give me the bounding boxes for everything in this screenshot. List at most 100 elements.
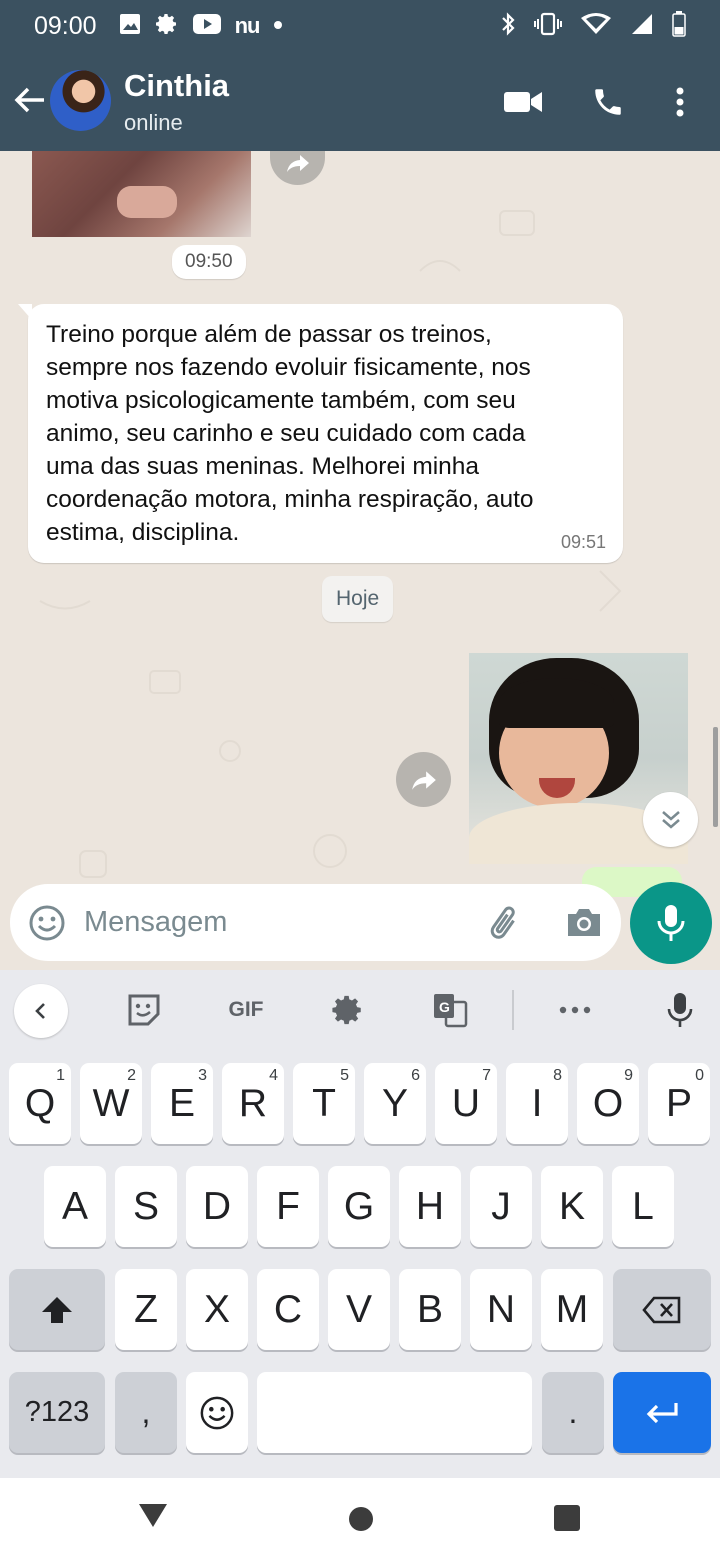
vibrate-icon xyxy=(534,12,562,41)
key-j[interactable]: J xyxy=(470,1166,532,1247)
sticker-icon xyxy=(128,994,160,1026)
scroll-to-bottom-button[interactable] xyxy=(643,792,698,847)
translate-button[interactable]: G xyxy=(430,986,470,1034)
key-k[interactable]: K xyxy=(541,1166,603,1247)
key-label: Y xyxy=(381,1081,408,1125)
toolbar-divider xyxy=(512,990,514,1030)
date-separator: Hoje xyxy=(322,576,394,622)
voice-message-button[interactable] xyxy=(630,882,712,964)
back-button[interactable] xyxy=(12,82,48,118)
nubank-icon: nu xyxy=(234,13,261,38)
key-h[interactable]: H xyxy=(399,1166,461,1247)
key-v[interactable]: V xyxy=(328,1269,390,1350)
message-bubble[interactable]: Treino porque além de passar os treinos,… xyxy=(18,304,623,563)
key-hint: 0 xyxy=(695,1067,704,1084)
nav-back-button[interactable] xyxy=(138,1502,168,1533)
key-m[interactable]: M xyxy=(541,1269,603,1350)
chat-area[interactable]: 09:50 Treino porque além de passar os tr… xyxy=(0,151,720,970)
voice-call-button[interactable] xyxy=(588,84,628,120)
paperclip-icon xyxy=(490,906,515,939)
gif-button[interactable]: GIF xyxy=(222,986,270,1034)
key-q[interactable]: Q1 xyxy=(9,1063,71,1144)
triangle-back-icon xyxy=(139,1504,167,1527)
keyboard-settings-button[interactable] xyxy=(328,986,368,1034)
keyboard-back-button[interactable] xyxy=(14,984,68,1038)
key-i[interactable]: I8 xyxy=(506,1063,568,1144)
circle-home-icon xyxy=(349,1507,373,1531)
enter-key[interactable] xyxy=(613,1372,711,1453)
key-label: R xyxy=(238,1081,268,1125)
chevron-left-icon xyxy=(35,1003,45,1019)
navigation-bar xyxy=(0,1478,720,1560)
period-key[interactable]: . xyxy=(542,1372,604,1453)
space-key[interactable] xyxy=(257,1372,532,1453)
backspace-icon xyxy=(642,1296,681,1323)
double-chevron-down-icon xyxy=(661,810,680,829)
chat-header: Cinthia online xyxy=(0,52,720,151)
contact-name[interactable]: Cinthia xyxy=(124,68,229,104)
key-s[interactable]: S xyxy=(115,1166,177,1247)
voice-input-button[interactable] xyxy=(660,986,700,1034)
svg-text:G: G xyxy=(439,999,450,1015)
emoji-button[interactable] xyxy=(28,904,66,947)
forward-icon xyxy=(411,770,436,790)
settings-icon xyxy=(155,12,179,41)
key-r[interactable]: R4 xyxy=(222,1063,284,1144)
key-u[interactable]: U7 xyxy=(435,1063,497,1144)
message-input[interactable] xyxy=(84,884,464,961)
scrollbar[interactable] xyxy=(713,727,718,827)
key-t[interactable]: T5 xyxy=(293,1063,355,1144)
image-message-top[interactable] xyxy=(32,151,251,237)
key-label: O xyxy=(592,1081,624,1125)
more-tools-button[interactable] xyxy=(555,986,595,1034)
comma-key[interactable]: , xyxy=(115,1372,177,1453)
key-a[interactable]: A xyxy=(44,1166,106,1247)
gallery-icon xyxy=(119,13,141,40)
key-n[interactable]: N xyxy=(470,1269,532,1350)
translate-icon: G xyxy=(434,994,468,1028)
shift-key[interactable] xyxy=(9,1269,105,1350)
key-hint: 1 xyxy=(56,1067,65,1084)
symbols-key[interactable]: ?123 xyxy=(9,1372,105,1453)
image-content xyxy=(117,186,177,218)
dot-icon xyxy=(273,17,283,35)
key-b[interactable]: B xyxy=(399,1269,461,1350)
arrow-back-icon xyxy=(14,87,44,113)
bluetooth-icon xyxy=(500,11,516,42)
emoji-icon xyxy=(29,905,65,941)
image-content xyxy=(499,678,614,728)
more-options-button[interactable] xyxy=(660,84,700,120)
key-z[interactable]: Z xyxy=(115,1269,177,1350)
microphone-icon xyxy=(667,993,693,1027)
sticker-button[interactable] xyxy=(124,986,164,1034)
nav-recents-button[interactable] xyxy=(554,1505,580,1536)
key-p[interactable]: P0 xyxy=(648,1063,710,1144)
emoji-icon xyxy=(200,1396,234,1429)
key-f[interactable]: F xyxy=(257,1166,319,1247)
key-o[interactable]: O9 xyxy=(577,1063,639,1144)
key-label: T xyxy=(312,1081,336,1125)
backspace-key[interactable] xyxy=(613,1269,711,1350)
key-w[interactable]: W2 xyxy=(80,1063,142,1144)
key-label: I xyxy=(531,1081,543,1125)
key-e[interactable]: E3 xyxy=(151,1063,213,1144)
emoji-key[interactable] xyxy=(186,1372,248,1453)
key-d[interactable]: D xyxy=(186,1166,248,1247)
media-timestamp: 09:50 xyxy=(172,245,246,279)
key-hint: 6 xyxy=(411,1067,420,1084)
key-y[interactable]: Y6 xyxy=(364,1063,426,1144)
key-hint: 8 xyxy=(553,1067,562,1084)
attach-button[interactable] xyxy=(486,904,526,949)
nav-home-button[interactable] xyxy=(348,1506,374,1537)
video-call-button[interactable] xyxy=(503,84,543,120)
battery-icon xyxy=(672,10,686,42)
key-g[interactable]: G xyxy=(328,1166,390,1247)
forward-button[interactable] xyxy=(396,752,451,807)
camera-button[interactable] xyxy=(565,904,603,945)
status-time: 09:00 xyxy=(34,11,97,40)
avatar[interactable] xyxy=(50,70,111,131)
key-hint: 3 xyxy=(198,1067,207,1084)
key-c[interactable]: C xyxy=(257,1269,319,1350)
key-x[interactable]: X xyxy=(186,1269,248,1350)
key-l[interactable]: L xyxy=(612,1166,674,1247)
